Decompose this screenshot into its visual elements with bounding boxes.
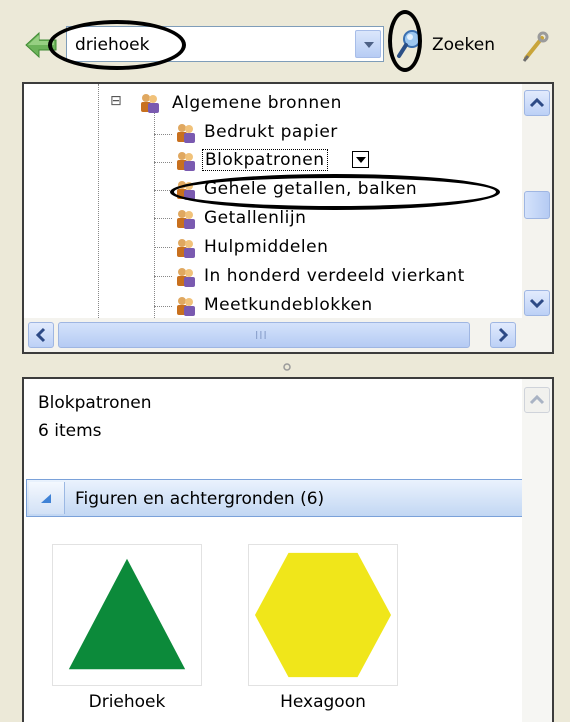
resource-icon bbox=[177, 181, 195, 200]
hexagon-shape-icon bbox=[254, 552, 392, 678]
chevron-up-icon bbox=[529, 394, 545, 405]
search-input-value: driehoek bbox=[75, 35, 150, 55]
tree-guide bbox=[98, 84, 99, 322]
item-count: 6 items bbox=[38, 421, 102, 441]
tree-node-label: Blokpatronen bbox=[202, 149, 328, 171]
scroll-up-button[interactable] bbox=[524, 90, 550, 116]
triangle-shape-icon bbox=[68, 558, 186, 670]
search-button-label[interactable]: Zoeken bbox=[432, 35, 495, 55]
tile-hexagoon[interactable] bbox=[248, 544, 398, 686]
search-input[interactable]: driehoek bbox=[66, 26, 384, 62]
resource-icon bbox=[177, 239, 195, 258]
tools-icon[interactable] bbox=[520, 30, 550, 64]
scroll-right-button[interactable] bbox=[490, 322, 516, 348]
content-vertical-scrollbar[interactable] bbox=[522, 379, 552, 722]
node-dropdown-icon[interactable] bbox=[352, 151, 369, 168]
triangle-expand-icon bbox=[41, 494, 51, 503]
tile-driehoek[interactable] bbox=[52, 544, 202, 686]
resource-icon bbox=[177, 152, 195, 171]
tree-guide bbox=[154, 134, 172, 135]
chevron-left-icon bbox=[35, 327, 46, 343]
content-title: Blokpatronen bbox=[38, 393, 152, 413]
tree-guide bbox=[154, 276, 172, 277]
tile-label: Driehoek bbox=[88, 692, 166, 712]
group-header[interactable]: Figuren en achtergronden (6) bbox=[26, 479, 524, 517]
content-panel: Blokpatronen 6 items Figuren en achtergr… bbox=[22, 377, 554, 722]
magnifier-icon[interactable] bbox=[392, 26, 426, 66]
tree-guide bbox=[154, 190, 172, 191]
scroll-up-button[interactable] bbox=[524, 387, 550, 413]
scroll-grip: III bbox=[255, 329, 268, 342]
tree-vertical-scrollbar[interactable] bbox=[522, 84, 552, 320]
tree-node-label: Hulpmiddelen bbox=[204, 237, 329, 257]
tree-node-label: Gehele getallen, balken bbox=[204, 179, 418, 199]
toolbar: driehoek Zoeken bbox=[0, 0, 570, 80]
chevron-up-icon bbox=[529, 97, 545, 108]
resource-icon bbox=[177, 268, 195, 287]
tree-guide bbox=[154, 106, 155, 320]
tree-node-label: Meetkundeblokken bbox=[204, 295, 373, 315]
chevron-down-icon bbox=[529, 298, 545, 309]
tree-guide bbox=[154, 162, 172, 163]
tree-guide bbox=[154, 306, 172, 307]
tree-horizontal-scrollbar[interactable]: III bbox=[24, 318, 552, 352]
resource-icon bbox=[177, 297, 195, 316]
scroll-thumb[interactable]: III bbox=[58, 322, 470, 348]
chevron-right-icon bbox=[498, 327, 509, 343]
scroll-left-button[interactable] bbox=[28, 322, 54, 348]
tree-node-label: Getallenlijn bbox=[204, 208, 307, 228]
splitter-handle-icon[interactable] bbox=[282, 362, 292, 372]
tree-guide bbox=[154, 247, 172, 248]
group-label: Figuren en achtergronden (6) bbox=[75, 489, 325, 509]
group-collapse-button[interactable] bbox=[29, 482, 65, 514]
tree-node-label: In honderd verdeeld vierkant bbox=[204, 266, 465, 286]
scroll-down-button[interactable] bbox=[524, 290, 550, 316]
resource-icon bbox=[177, 210, 195, 229]
tree-guide bbox=[154, 218, 172, 219]
dropdown-arrow-icon[interactable] bbox=[355, 30, 381, 58]
resource-icon bbox=[177, 124, 195, 143]
collapse-icon[interactable]: ⊟ bbox=[110, 93, 122, 109]
tile-label: Hexagoon bbox=[280, 692, 366, 712]
tree-node-label: Algemene bronnen bbox=[172, 93, 342, 113]
green-back-arrow-icon[interactable] bbox=[24, 30, 58, 60]
resource-tree: ⊟ Algemene bronnen Bedrukt papier Blokpa… bbox=[22, 82, 554, 354]
resource-folder-icon bbox=[141, 94, 159, 113]
tree-node-label: Bedrukt papier bbox=[204, 122, 338, 142]
scroll-thumb[interactable] bbox=[524, 191, 550, 219]
